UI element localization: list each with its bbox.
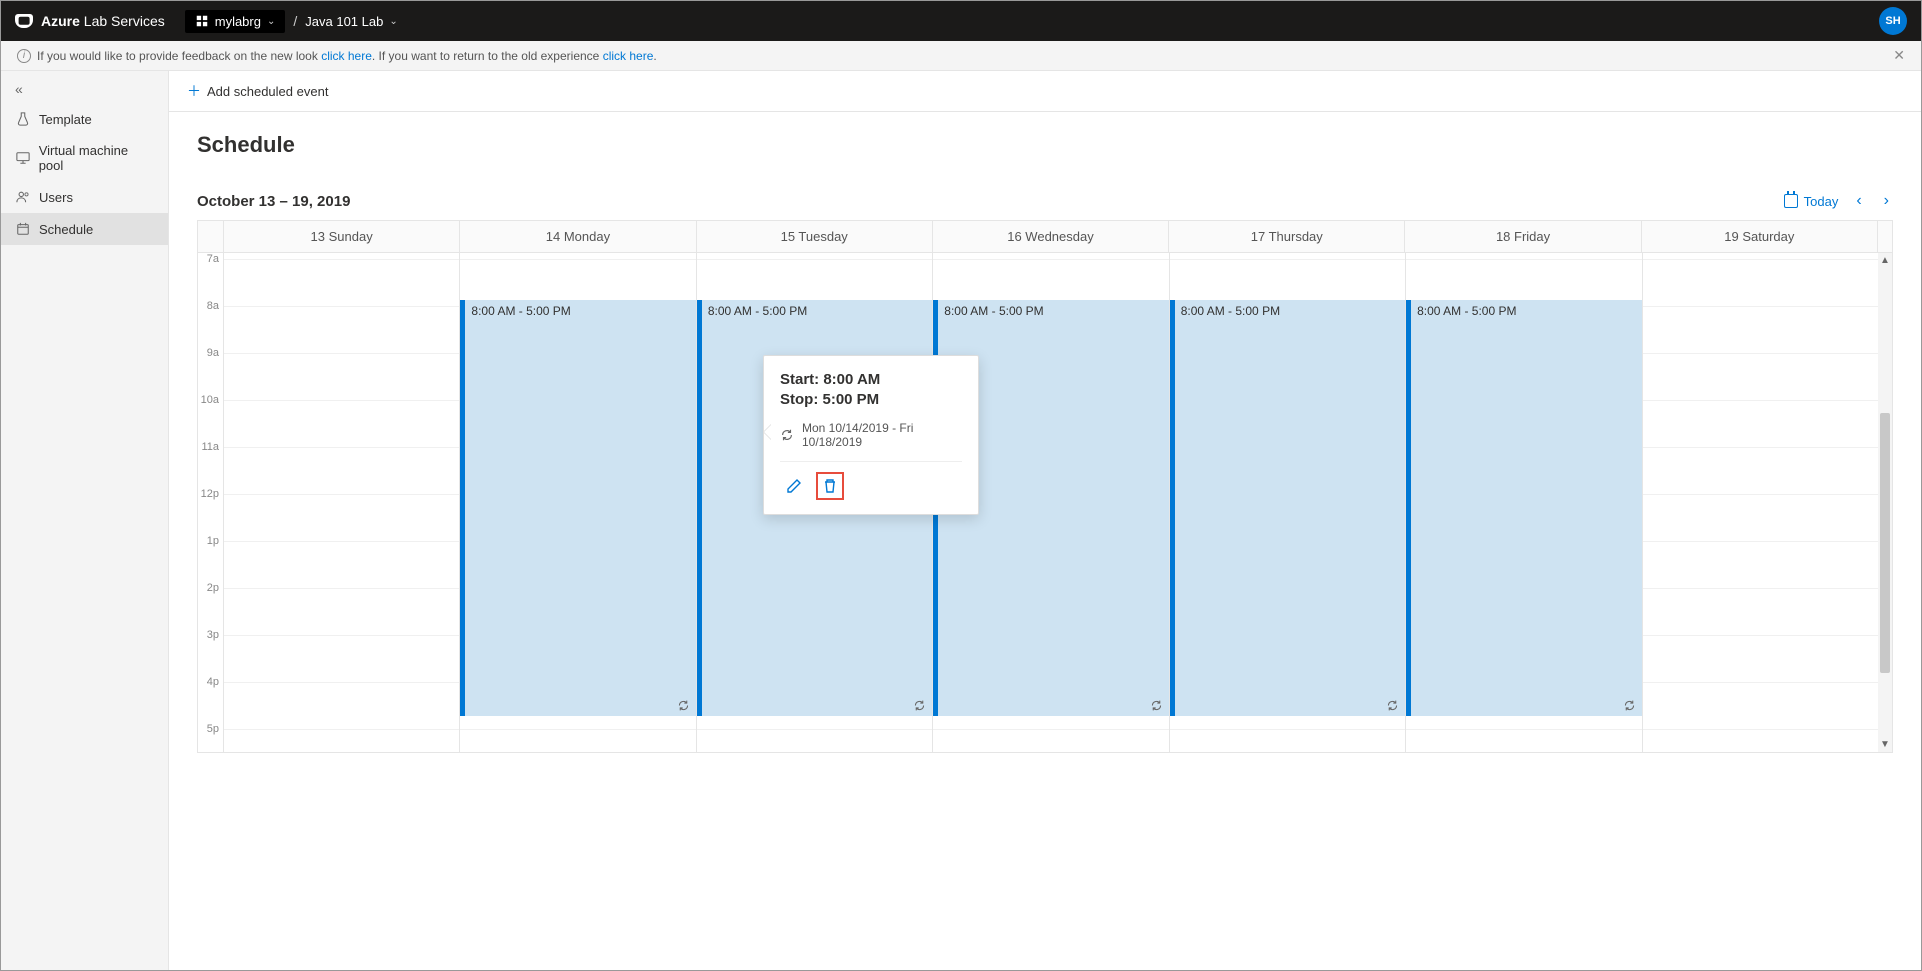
next-week-button[interactable]: ›: [1880, 192, 1893, 210]
users-icon: [15, 189, 31, 205]
scheduled-event[interactable]: 8:00 AM - 5:00 PM: [1170, 300, 1405, 716]
add-scheduled-event-button[interactable]: Add scheduled event: [207, 84, 328, 99]
page-title: Schedule: [197, 132, 1893, 158]
day-column: [224, 253, 460, 752]
day-header: 13 Sunday: [224, 221, 460, 252]
event-time-label: 8:00 AM - 5:00 PM: [1175, 300, 1405, 322]
hour-label: 11a: [201, 441, 219, 453]
scroll-thumb[interactable]: [1880, 413, 1890, 673]
event-time-label: 8:00 AM - 5:00 PM: [938, 300, 1168, 322]
hour-label: 10a: [201, 394, 219, 406]
hour-label: 12p: [201, 488, 219, 500]
hour-label: 7a: [207, 253, 219, 265]
flask-icon: [15, 111, 31, 127]
toolbar: ＋ Add scheduled event: [169, 71, 1921, 112]
trash-icon: [822, 478, 838, 494]
prev-week-button[interactable]: ‹: [1852, 192, 1865, 210]
date-range-label: October 13 – 19, 2019: [197, 193, 350, 210]
plus-icon: ＋: [187, 81, 201, 101]
info-icon: i: [17, 49, 31, 63]
edit-event-button[interactable]: [780, 472, 808, 500]
sidebar-item-label: Virtual machine pool: [39, 143, 154, 173]
sidebar-item-template[interactable]: Template: [1, 103, 168, 135]
breadcrumb-separator: /: [293, 13, 297, 29]
sidebar-item-vm-pool[interactable]: Virtual machine pool: [1, 135, 168, 181]
calendar: 13 Sunday 14 Monday 15 Tuesday 16 Wednes…: [169, 220, 1921, 781]
popover-recur-text: Mon 10/14/2019 - Fri 10/18/2019: [802, 421, 962, 449]
day-header: 17 Thursday: [1169, 221, 1405, 252]
sidebar-item-label: Template: [39, 112, 92, 127]
chevron-down-icon: ⌄: [267, 16, 275, 27]
scroll-up-icon[interactable]: ▲: [1878, 255, 1892, 266]
event-time-label: 8:00 AM - 5:00 PM: [465, 300, 695, 322]
date-range-row: October 13 – 19, 2019 Today ‹ ›: [169, 192, 1921, 220]
day-header: 16 Wednesday: [933, 221, 1169, 252]
hour-label: 9a: [207, 347, 219, 359]
hour-label: 3p: [207, 629, 219, 641]
day-header: 18 Friday: [1405, 221, 1641, 252]
lab-label: Java 101 Lab: [305, 14, 383, 29]
calendar-body: 7a8a9a10a11a12p1p2p3p4p5p6p Start: 8:00 …: [197, 253, 1893, 753]
event-popover: Start: 8:00 AM Stop: 5:00 PM Mon 10/14/2…: [763, 355, 979, 515]
calendar-header: 13 Sunday 14 Monday 15 Tuesday 16 Wednes…: [197, 220, 1893, 253]
recur-icon: [780, 428, 794, 442]
chevron-down-icon: ⌄: [389, 16, 397, 27]
day-column: 8:00 AM - 5:00 PM: [460, 253, 696, 752]
brand-text: Azure Lab Services: [41, 13, 165, 29]
popover-stop: Stop: 5:00 PM: [780, 390, 962, 410]
breadcrumb-lab[interactable]: Java 101 Lab ⌄: [305, 14, 397, 29]
monitor-icon: [15, 150, 31, 166]
day-header: 19 Saturday: [1642, 221, 1878, 252]
calendar-icon: [1784, 194, 1798, 208]
delete-event-button[interactable]: [816, 472, 844, 500]
recur-icon: [1386, 699, 1399, 712]
sidebar: « Template Virtual machine pool Users Sc…: [1, 71, 169, 970]
day-column: [1643, 253, 1878, 752]
day-columns: Start: 8:00 AM Stop: 5:00 PM Mon 10/14/2…: [224, 253, 1878, 752]
calendar-icon: [15, 221, 31, 237]
content: ＋ Add scheduled event Schedule October 1…: [169, 71, 1921, 970]
brand[interactable]: Azure Lab Services: [15, 13, 165, 29]
day-column: 8:00 AM - 5:00 PM: [1170, 253, 1406, 752]
breadcrumb-resource-group[interactable]: mylabrg ⌄: [185, 10, 286, 33]
scroll-down-icon[interactable]: ▼: [1878, 739, 1892, 750]
popover-start: Start: 8:00 AM: [780, 370, 962, 390]
resource-group-label: mylabrg: [215, 14, 261, 29]
top-header: Azure Lab Services mylabrg ⌄ / Java 101 …: [1, 1, 1921, 41]
hour-label: 1p: [207, 535, 219, 547]
hour-label: 8a: [207, 300, 219, 312]
recur-icon: [913, 699, 926, 712]
recur-icon: [1150, 699, 1163, 712]
hour-label: 2p: [207, 582, 219, 594]
time-gutter: 7a8a9a10a11a12p1p2p3p4p5p6p: [198, 253, 224, 752]
hour-label: 5p: [207, 723, 219, 735]
recur-icon: [1623, 699, 1636, 712]
day-column: 8:00 AM - 5:00 PM: [1406, 253, 1642, 752]
azure-logo-icon: [15, 14, 33, 28]
main: « Template Virtual machine pool Users Sc…: [1, 71, 1921, 970]
scheduled-event[interactable]: 8:00 AM - 5:00 PM: [1406, 300, 1641, 716]
scheduled-event[interactable]: 8:00 AM - 5:00 PM: [460, 300, 695, 716]
pencil-icon: [786, 478, 802, 494]
sidebar-item-users[interactable]: Users: [1, 181, 168, 213]
sidebar-item-label: Users: [39, 190, 73, 205]
hour-label: 4p: [207, 676, 219, 688]
close-icon[interactable]: ✕: [1893, 47, 1905, 64]
feedback-text: If you would like to provide feedback on…: [37, 49, 657, 63]
avatar[interactable]: SH: [1879, 7, 1907, 35]
event-time-label: 8:00 AM - 5:00 PM: [1411, 300, 1641, 322]
today-button[interactable]: Today: [1784, 194, 1839, 209]
sidebar-collapse-button[interactable]: «: [1, 75, 168, 103]
day-header: 15 Tuesday: [697, 221, 933, 252]
recur-icon: [677, 699, 690, 712]
day-header: 14 Monday: [460, 221, 696, 252]
feedback-link-1[interactable]: click here: [321, 49, 372, 63]
feedback-link-2[interactable]: click here: [603, 49, 654, 63]
sidebar-item-schedule[interactable]: Schedule: [1, 213, 168, 245]
sidebar-item-label: Schedule: [39, 222, 93, 237]
feedback-bar: i If you would like to provide feedback …: [1, 41, 1921, 71]
scrollbar[interactable]: ▲ ▼: [1878, 253, 1892, 752]
resource-group-icon: [195, 14, 209, 28]
event-time-label: 8:00 AM - 5:00 PM: [702, 300, 932, 322]
